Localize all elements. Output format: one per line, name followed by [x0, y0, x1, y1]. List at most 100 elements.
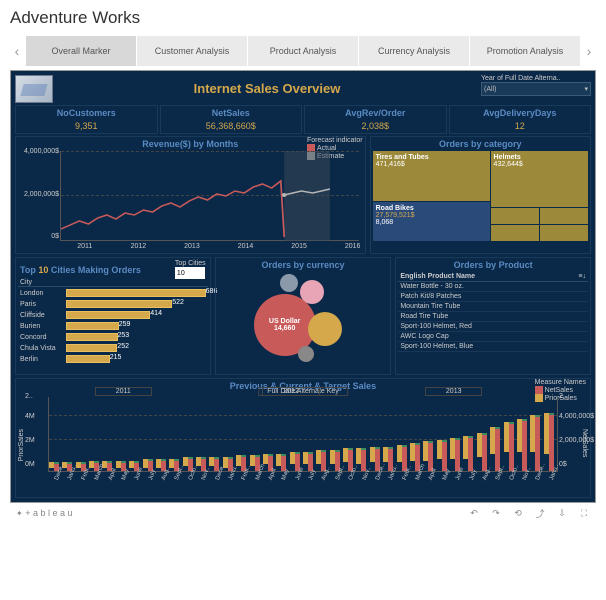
kpi-value: 2,038$	[307, 121, 444, 131]
refresh-icon[interactable]: ⟲	[512, 507, 524, 519]
tab-promotion[interactable]: Promotion Analysis	[470, 36, 580, 66]
tab-customer[interactable]: Customer Analysis	[137, 36, 247, 66]
year-label: 2012	[262, 387, 320, 396]
redo-icon[interactable]: ↷	[490, 507, 502, 519]
city-row[interactable]: Cliffside414	[20, 310, 206, 320]
axis-label: PriorSales	[18, 429, 25, 461]
bubble[interactable]	[308, 312, 342, 346]
chevron-down-icon: ▾	[584, 85, 588, 93]
share-icon[interactable]: ⤴	[534, 507, 546, 519]
kpi-label: AvgRev/Order	[307, 108, 444, 118]
sales-chart[interactable]: Previous & Current & Target Sales Measur…	[15, 378, 591, 498]
cell-name: Tires and Tubes	[376, 154, 429, 161]
product-row[interactable]: Patch Kit/8 Patches	[398, 292, 588, 302]
cell-value: 471,416$	[376, 161, 405, 168]
legend-swatch	[535, 386, 543, 394]
tabs-nav: ‹ Overall Marker Customer Analysis Produ…	[10, 36, 596, 66]
kpi-value: 12	[452, 121, 589, 131]
x-tick: 2013	[184, 243, 200, 250]
y-tick: 0$	[559, 461, 601, 468]
kpi-label: AvgDeliveryDays	[452, 108, 589, 118]
sort-icon[interactable]: ≡↓	[578, 273, 586, 280]
footer: ✦ + a b l e a u ↶ ↷ ⟲ ⤴ ⇩ ⛶	[10, 503, 596, 523]
treemap-cell[interactable]: Tires and Tubes 471,416$	[373, 151, 490, 201]
kpi-label: NetSales	[163, 108, 300, 118]
treemap-cell[interactable]	[491, 208, 539, 224]
legend-title: Forecast indicator	[307, 137, 363, 144]
bubble[interactable]	[280, 274, 298, 292]
treemap-cell[interactable]	[540, 208, 588, 224]
bubble-label: US Dollar	[269, 318, 301, 325]
tab-currency[interactable]: Currency Analysis	[359, 36, 469, 66]
kpi-customers: NoCustomers 9,351	[15, 105, 158, 134]
input-label: Top Cities	[175, 260, 206, 267]
year-label: 2011	[95, 387, 152, 396]
cell-name: Road Bikes	[376, 205, 414, 212]
cell-value: 432,644$	[494, 161, 523, 168]
tabs-prev[interactable]: ‹	[10, 37, 24, 65]
tab-overall[interactable]: Overall Marker	[26, 36, 136, 66]
x-tick: 2015	[291, 243, 307, 250]
y-tick: 4,000,000$	[559, 413, 601, 420]
products-list[interactable]: Orders by Product English Product Name ≡…	[395, 257, 591, 375]
y-tick: 4M	[25, 413, 35, 420]
kpi-label: NoCustomers	[18, 108, 155, 118]
dashboard-title: Internet Sales Overview	[59, 75, 475, 96]
product-row[interactable]: Water Bottle - 30 oz.	[398, 282, 588, 292]
city-row[interactable]: London686	[20, 288, 206, 298]
kpi-value: 56,368,660$	[163, 121, 300, 131]
product-row[interactable]: Mountain Tire Tube	[398, 302, 588, 312]
product-row[interactable]: Sport-100 Helmet, Blue	[398, 342, 588, 352]
bubble[interactable]	[298, 346, 314, 362]
y-tick: 2M	[25, 437, 35, 444]
product-row[interactable]: Road Tire Tube	[398, 312, 588, 322]
treemap-cell[interactable]	[540, 225, 588, 241]
city-row[interactable]: Concord253	[20, 332, 206, 342]
y-tick: 2,000,000$	[559, 437, 601, 444]
cell-name: Helmets	[494, 154, 521, 161]
treemap-cell[interactable]: Helmets 432,644$	[491, 151, 588, 207]
year-label: 2013	[425, 387, 483, 396]
currency-chart[interactable]: Orders by currency US Dollar 14,660	[215, 257, 392, 375]
city-row[interactable]: Burien259	[20, 321, 206, 331]
y-tick: 0M	[25, 461, 35, 468]
bubble[interactable]	[300, 280, 324, 304]
filter-label: Year of Full Date Alterna..	[481, 75, 591, 82]
y-tick: 2,000,000$	[19, 191, 59, 198]
tableau-logo[interactable]: ✦ + a b l e a u	[16, 508, 73, 518]
panel-title: Orders by category	[373, 139, 588, 149]
filter-value: (All)	[484, 86, 496, 93]
year-filter[interactable]: (All) ▾	[481, 82, 591, 96]
kpi-netsales: NetSales 56,368,660$	[160, 105, 303, 134]
x-tick: 2016	[345, 243, 361, 250]
undo-icon[interactable]: ↶	[468, 507, 480, 519]
product-row[interactable]: AWC Logo Cap	[398, 332, 588, 342]
x-tick: 2014	[238, 243, 254, 250]
kpi-value: 9,351	[18, 121, 155, 131]
product-row[interactable]: Sport-100 Helmet, Red	[398, 322, 588, 332]
y-tick: 2..	[559, 393, 601, 400]
top-n-input[interactable]	[175, 267, 205, 279]
revenue-chart[interactable]: Revenue($) by Months Forecast indicator …	[15, 136, 366, 254]
app-title: Adventure Works	[10, 8, 596, 28]
treemap-cell[interactable]: Road Bikes 27,579,521$ 8,068	[373, 202, 490, 241]
panel-title: Orders by currency	[261, 260, 344, 270]
bubble-value: 14,660	[274, 325, 295, 332]
city-row[interactable]: Chula Vista252	[20, 343, 206, 353]
download-icon[interactable]: ⇩	[556, 507, 568, 519]
cities-chart[interactable]: Top 10 Cities Making Orders Top Cities C…	[15, 257, 211, 375]
column-header: English Product Name	[400, 273, 475, 280]
kpi-delivery: AvgDeliveryDays 12	[449, 105, 592, 134]
treemap-cell[interactable]	[491, 225, 539, 241]
city-row[interactable]: Paris522	[20, 299, 206, 309]
y-tick: 2..	[25, 393, 33, 400]
logo	[15, 75, 53, 103]
category-treemap[interactable]: Orders by category Tires and Tubes 471,4…	[370, 136, 591, 254]
y-tick: 4,000,000$	[19, 148, 59, 155]
cell-sub: 8,068	[376, 219, 394, 226]
tabs-next[interactable]: ›	[582, 37, 596, 65]
tab-product[interactable]: Product Analysis	[248, 36, 358, 66]
fullscreen-icon[interactable]: ⛶	[578, 507, 590, 519]
dashboard: Internet Sales Overview Year of Full Dat…	[10, 70, 596, 503]
city-row[interactable]: Berlin215	[20, 354, 206, 364]
